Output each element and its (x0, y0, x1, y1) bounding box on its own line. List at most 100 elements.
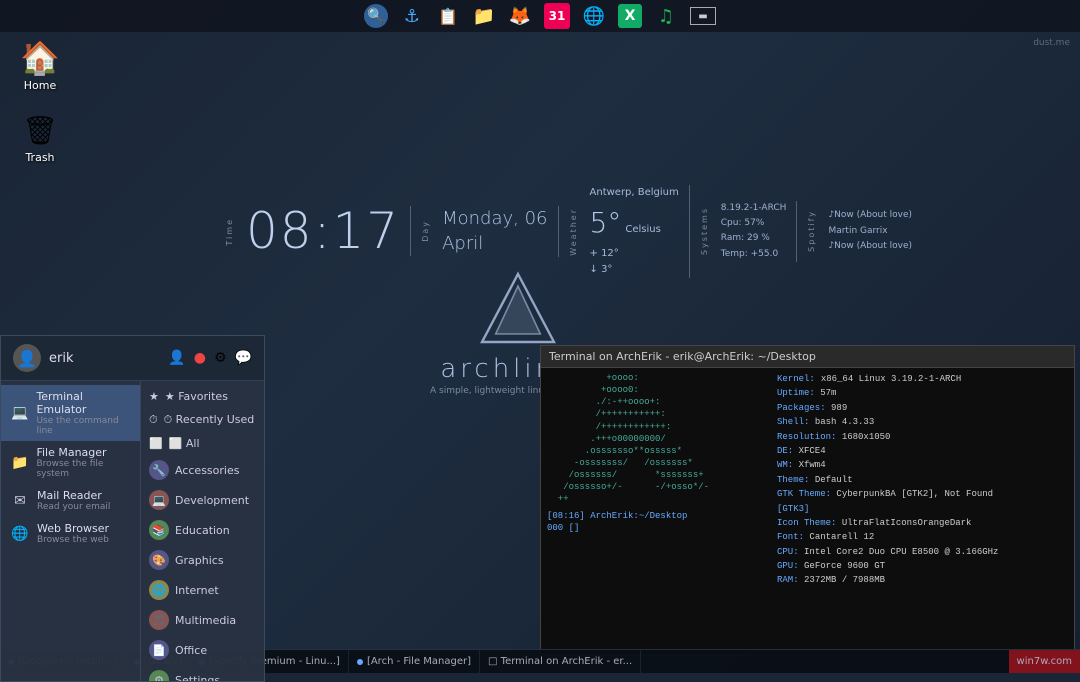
weather-temp: 5° (590, 201, 622, 246)
conky-spotify-info: ♪Now (About love) Martin Garrix ♪Now (Ab… (828, 208, 912, 254)
sys-temp: Temp: +55.0 (721, 247, 787, 262)
taskbar-fm-label: [Arch - File Manager] (367, 656, 471, 667)
conky-time-block: Time 08:17 (215, 206, 411, 256)
terminal-sysinfo: Kernel:x86_64 Linux 3.19.2-1-ARCH Uptime… (771, 368, 1074, 654)
conky-widget: Time 08:17 Day Monday, 06April Weather A… (215, 185, 922, 278)
start-all[interactable]: ⬜ ⬜ All (141, 432, 264, 455)
settings-icon: ⚙ (149, 670, 169, 681)
start-browser-sub: Browse the web (37, 535, 109, 545)
start-item-mail[interactable]: ✉ Mail Reader Read your email (1, 484, 140, 517)
conky-spotify-block: Spotify ♪Now (About love) Martin Garrix … (797, 208, 922, 254)
trash-label: Trash (25, 151, 54, 164)
weather-unit: Celsius (625, 222, 660, 238)
taskbar-top: 🔍 ⚓ 📋 📁 🦊 31 🌐 X ♫ ▬ (0, 0, 1080, 32)
conky-spotify-label: Spotify (807, 210, 816, 252)
arch-triangle-icon (478, 270, 558, 350)
conky-weather-block: Weather Antwerp, Belgium 5° Celsius + 12… (559, 185, 690, 278)
mail-app-icon: ✉ (11, 493, 29, 509)
start-development[interactable]: 💻 Development (141, 485, 264, 515)
accessories-icon: 🔧 (149, 460, 169, 480)
all-icon: ⬜ (149, 437, 163, 450)
conky-weather-label: Weather (569, 208, 578, 256)
favorites-label: ★ Favorites (165, 390, 228, 403)
start-menu-left: 💻 Terminal Emulator Use the command line… (1, 381, 141, 681)
desktop: 🔍 ⚓ 📋 📁 🦊 31 🌐 X ♫ ▬ dust.me 🏠 Home 🗑 Tr… (0, 0, 1080, 673)
start-multimedia[interactable]: 🎵 Multimedia (141, 605, 264, 635)
taskbar-item-terminal[interactable]: □ Terminal on ArchErik - er... (480, 650, 641, 673)
start-recently-used[interactable]: ⏱ ⏱ Recently Used (141, 408, 264, 432)
chat-icon[interactable]: 💬 (235, 350, 252, 366)
favorites-icon: ★ (149, 390, 159, 403)
start-settings[interactable]: ⚙ Settings (141, 665, 264, 681)
start-mail-label: Mail Reader (37, 489, 110, 502)
start-favorites[interactable]: ★ ★ Favorites (141, 385, 264, 408)
office-label: Office (175, 644, 207, 657)
spotify-line2: Martin Garrix (828, 224, 912, 239)
filemanager-icon: 📁 (11, 455, 28, 471)
anchor-icon[interactable]: ⚓ (400, 4, 424, 28)
settings-header-icon[interactable]: ⚙ (214, 350, 227, 366)
development-icon: 💻 (149, 490, 169, 510)
terminal-body[interactable]: +oooo: +oooo0: ./:-++oooo+: /+++++++++++… (541, 368, 1074, 654)
conky-day-value: Monday, 06April (442, 206, 547, 256)
start-terminal-sub: Use the command line (36, 416, 130, 436)
internet-label: Internet (175, 584, 219, 597)
browser-app-icon: 🌐 (11, 526, 29, 542)
sys-cpu: Cpu: 57% (721, 216, 787, 231)
conky-day-block: Day Monday, 06April (411, 206, 558, 256)
start-menu-header: 👤 erik 👤 ● ⚙ 💬 (1, 336, 264, 381)
spotify-line3: ♪Now (About love) (828, 239, 912, 254)
start-username: erik (49, 351, 160, 366)
start-item-browser[interactable]: 🌐 Web Browser Browse the web (1, 517, 140, 550)
development-label: Development (175, 494, 249, 507)
start-education[interactable]: 📚 Education (141, 515, 264, 545)
terminal-app-icon: 💻 (11, 405, 28, 421)
user-avatar: 👤 (13, 344, 41, 372)
multimedia-label: Multimedia (175, 614, 236, 627)
all-label: ⬜ All (169, 437, 200, 450)
graphics-label: Graphics (175, 554, 224, 567)
watermark-top: dust.me (1033, 38, 1070, 48)
terminal-icon[interactable]: ▬ (690, 7, 716, 25)
red-dot-icon[interactable]: ● (194, 350, 206, 366)
conky-time-label: Time (225, 218, 234, 246)
folder-icon[interactable]: 📁 (472, 4, 496, 28)
spotify-icon[interactable]: ♫ (654, 4, 678, 28)
search-icon[interactable]: 🔍 (364, 4, 388, 28)
conky-systems-label: Systems (700, 207, 709, 255)
education-label: Education (175, 524, 230, 537)
mail-icon[interactable]: 📋 (436, 4, 460, 28)
start-fm-sub: Browse the file system (36, 459, 130, 479)
firefox-icon[interactable]: 🦊 (508, 4, 532, 28)
browser-icon[interactable]: 🌐 (582, 4, 606, 28)
terminal-titlebar: Terminal on ArchErik - erik@ArchErik: ~/… (541, 346, 1074, 368)
conky-systems-info: 8.19.2-1-ARCH Cpu: 57% Ram: 29 % Temp: +… (721, 201, 787, 262)
sys-ram: Ram: 29 % (721, 231, 787, 246)
desktop-icons: 🏠 Home 🗑 Trash (10, 40, 70, 164)
start-fm-label: File Manager (36, 446, 130, 459)
taskbar-bottom-right: win7w.com (1009, 650, 1080, 673)
accessories-label: Accessories (175, 464, 239, 477)
start-accessories[interactable]: 🔧 Accessories (141, 455, 264, 485)
taskbar-item-filemanager[interactable]: [Arch - File Manager] (349, 650, 480, 673)
x-icon[interactable]: X (618, 4, 642, 28)
office-icon: 📄 (149, 640, 169, 660)
calendar-icon[interactable]: 31 (544, 3, 570, 29)
start-office[interactable]: 📄 Office (141, 635, 264, 665)
start-internet[interactable]: 🌐 Internet (141, 575, 264, 605)
user-icon[interactable]: 👤 (168, 350, 185, 366)
start-graphics[interactable]: 🎨 Graphics (141, 545, 264, 575)
recently-used-label: ⏱ Recently Used (164, 413, 255, 427)
graphics-icon: 🎨 (149, 550, 169, 570)
conky-weather-info: Antwerp, Belgium 5° Celsius + 12° ↓ 3° (590, 185, 679, 278)
start-item-terminal[interactable]: 💻 Terminal Emulator Use the command line (1, 385, 140, 441)
spotify-line1: ♪Now (About love) (828, 208, 912, 223)
weather-high: + 12° (590, 246, 679, 262)
multimedia-icon: 🎵 (149, 610, 169, 630)
fm-dot (357, 659, 363, 665)
desktop-icon-trash[interactable]: 🗑 Trash (10, 112, 70, 164)
recently-used-icon: ⏱ (149, 413, 158, 427)
desktop-icon-home[interactable]: 🏠 Home (10, 40, 70, 92)
weather-location: Antwerp, Belgium (590, 185, 679, 201)
start-item-filemanager[interactable]: 📁 File Manager Browse the file system (1, 441, 140, 484)
